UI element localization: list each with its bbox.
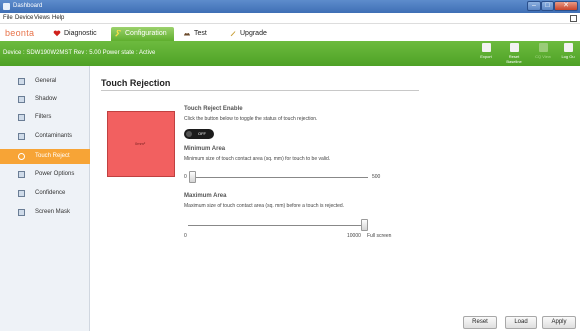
reset-button[interactable]: Reset <box>463 316 497 329</box>
tool-label: CQ View <box>535 54 551 59</box>
minimum-area-min-label: 0 <box>184 174 187 180</box>
touch-area-preview: 0mm² <box>107 111 175 177</box>
sidebar-item-general[interactable]: General <box>0 74 90 89</box>
main-panel: Touch Rejection 0mm² Touch Reject Enable… <box>91 66 580 331</box>
contaminants-icon <box>18 133 25 140</box>
confidence-icon <box>18 190 25 197</box>
reset-baseline-icon <box>509 43 519 52</box>
sidebar: General Shadow Filters Contaminants Touc… <box>0 66 90 331</box>
app-icon <box>3 3 10 10</box>
maximum-area-heading: Maximum Area <box>184 193 227 199</box>
sidebar-item-contaminants[interactable]: Contaminants <box>0 129 90 144</box>
tool-label: Reset Baseline <box>506 54 522 64</box>
menu-device[interactable]: Device <box>15 15 33 21</box>
no-touch-icon <box>18 153 25 160</box>
minimum-area-description: Minimum size of touch contact area (sq. … <box>184 156 331 162</box>
minimum-area-slider-thumb[interactable] <box>189 171 196 183</box>
menu-help[interactable]: Help <box>52 15 64 21</box>
tab-upgrade[interactable]: Upgrade <box>226 27 276 41</box>
tab-bar: beonta Diagnostic Configuration Test Upg… <box>0 24 580 41</box>
sidebar-item-label: Contaminants <box>35 133 73 139</box>
maximum-area-full-screen-label: Full screen <box>367 233 392 239</box>
rocket-icon <box>230 30 236 37</box>
hands-icon <box>183 33 191 36</box>
tab-label: Diagnostic <box>64 30 97 37</box>
toggle-label: OFF <box>198 131 206 136</box>
reset-baseline-button[interactable]: Reset Baseline <box>501 43 527 64</box>
preview-label: 0mm² <box>135 141 146 146</box>
wrench-icon <box>115 30 121 37</box>
maximum-area-max-label: 10000 <box>347 233 361 239</box>
touch-reject-toggle[interactable]: OFF <box>184 129 214 139</box>
sidebar-item-screen-mask[interactable]: Screen Mask <box>0 205 90 220</box>
tab-test[interactable]: Test <box>180 27 216 41</box>
filter-icon <box>18 114 25 121</box>
title-bar: Dashboard – □ ✕ <box>0 0 580 13</box>
maximum-area-description: Maximum size of touch contact area (sq. … <box>184 203 345 209</box>
restore-icon[interactable] <box>570 15 577 22</box>
sidebar-item-filters[interactable]: Filters <box>0 110 90 125</box>
sidebar-item-shadow[interactable]: Shadow <box>0 92 90 107</box>
export-button[interactable]: Export <box>473 43 499 59</box>
sidebar-item-touch-reject[interactable]: Touch Reject <box>0 149 90 164</box>
tool-label: Export <box>480 54 492 59</box>
log-out-icon <box>563 43 573 52</box>
toggle-knob <box>186 131 192 137</box>
sidebar-item-label: Screen Mask <box>35 209 71 215</box>
touch-reject-enable-description: Click the button below to toggle the sta… <box>184 116 318 122</box>
tool-label: Log Ou <box>561 54 575 59</box>
sidebar-item-confidence[interactable]: Confidence <box>0 186 90 201</box>
device-toolbar: Device : SDW190W2MST Rev : 5.00 Power st… <box>0 41 580 66</box>
menu-file[interactable]: File <box>3 15 13 21</box>
monitor-icon <box>18 78 25 85</box>
menu-views[interactable]: Views <box>34 15 50 21</box>
maximize-button[interactable]: □ <box>541 1 554 11</box>
power-icon <box>18 171 25 178</box>
cq-view-icon <box>538 43 548 52</box>
sidebar-item-label: Confidence <box>35 190 66 196</box>
title-divider <box>101 90 419 91</box>
sidebar-item-power-options[interactable]: Power Options <box>0 167 90 182</box>
sidebar-item-label: Shadow <box>35 96 57 102</box>
log-out-button[interactable]: Log Ou <box>556 43 580 59</box>
brand-logo: beonta <box>5 28 35 38</box>
tab-label: Configuration <box>125 30 167 37</box>
menu-bar: File Device Views Help <box>0 13 580 24</box>
screen-mask-icon <box>18 209 25 216</box>
page-title: Touch Rejection <box>101 78 171 88</box>
minimum-area-max-label: 500 <box>372 174 381 180</box>
shadow-icon <box>18 96 25 103</box>
apply-button[interactable]: Apply <box>542 316 576 329</box>
maximum-area-slider-track[interactable] <box>188 225 364 226</box>
sidebar-item-label: Touch Reject <box>35 153 70 159</box>
load-button[interactable]: Load <box>505 316 537 329</box>
window-title: Dashboard <box>13 3 43 9</box>
close-button[interactable]: ✕ <box>554 1 578 11</box>
tab-diagnostic[interactable]: Diagnostic <box>50 27 108 41</box>
sidebar-item-label: Power Options <box>35 171 75 177</box>
tab-label: Test <box>194 30 207 37</box>
export-icon <box>481 43 491 52</box>
minimum-area-heading: Minimum Area <box>184 146 226 152</box>
touch-reject-enable-heading: Touch Reject Enable <box>184 106 243 112</box>
minimize-button[interactable]: – <box>527 1 541 11</box>
device-status: Device : SDW190W2MST Rev : 5.00 Power st… <box>3 50 156 56</box>
sidebar-item-label: Filters <box>35 114 52 120</box>
minimum-area-slider-track[interactable] <box>192 177 368 178</box>
heart-icon <box>53 30 61 37</box>
maximum-area-slider-thumb[interactable] <box>361 219 368 231</box>
tab-label: Upgrade <box>240 30 267 37</box>
sidebar-item-label: General <box>35 78 57 84</box>
tab-configuration[interactable]: Configuration <box>111 27 174 41</box>
maximum-area-min-label: 0 <box>184 233 187 239</box>
cq-view-button[interactable]: CQ View <box>530 43 556 59</box>
